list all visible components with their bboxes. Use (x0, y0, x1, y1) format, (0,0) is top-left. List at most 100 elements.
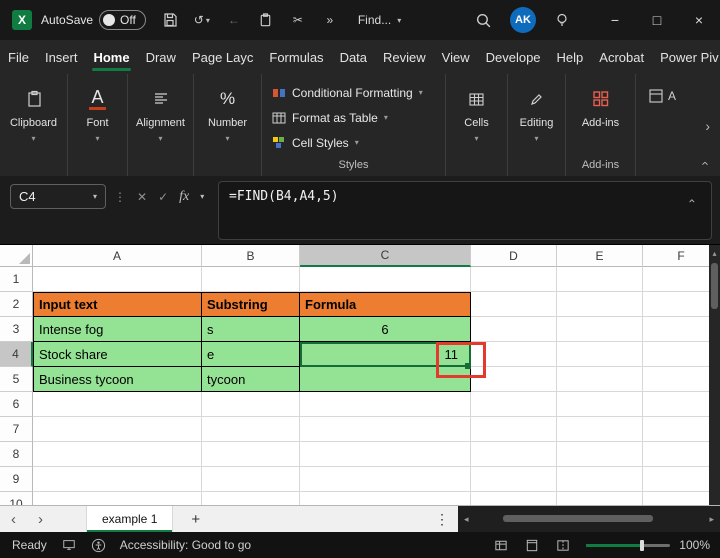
sheet-options-icon[interactable]: ⋮ (426, 511, 458, 528)
paste-button[interactable] (253, 12, 279, 28)
cell-A8[interactable] (33, 442, 202, 467)
menu-tab-data[interactable]: Data (332, 40, 375, 74)
ribbon-group-alignment[interactable]: Alignment ▾ (128, 74, 194, 176)
ribbon-group-addins[interactable]: Add-ins Add-ins (566, 74, 636, 176)
select-all-corner[interactable] (0, 245, 33, 267)
cell-D9[interactable] (471, 467, 557, 492)
cell-D2[interactable] (471, 292, 557, 317)
cell-E10[interactable] (557, 492, 643, 505)
insert-function-button[interactable]: fx (179, 189, 189, 205)
ribbon-scroll-right-button[interactable]: › (705, 118, 710, 134)
cell-E1[interactable] (557, 267, 643, 292)
cell-B6[interactable] (202, 392, 300, 417)
cell-D7[interactable] (471, 417, 557, 442)
cell-B1[interactable] (202, 267, 300, 292)
page-layout-view-icon[interactable] (524, 538, 540, 553)
horizontal-scroll-thumb[interactable] (503, 515, 653, 522)
menu-tab-home[interactable]: Home (85, 40, 137, 74)
row-header-8[interactable]: 8 (0, 442, 33, 467)
row-header-9[interactable]: 9 (0, 467, 33, 492)
row-header-2[interactable]: 2 (0, 292, 33, 317)
menu-tab-draw[interactable]: Draw (138, 40, 184, 74)
conditional-formatting-button[interactable]: Conditional Formatting ▾ (272, 80, 423, 105)
cell-C2[interactable]: Formula (300, 292, 471, 317)
cell-B4[interactable]: e (202, 342, 300, 367)
cell-C6[interactable] (300, 392, 471, 417)
cell-A5[interactable]: Business tycoon (33, 367, 202, 392)
cell-A2[interactable]: Input text (33, 292, 202, 317)
cell-A6[interactable] (33, 392, 202, 417)
analyze-data-button[interactable]: A (648, 88, 676, 104)
row-header-4[interactable]: 4 (0, 342, 33, 367)
menu-tab-help[interactable]: Help (549, 40, 592, 74)
row-header-6[interactable]: 6 (0, 392, 33, 417)
cell-B10[interactable] (202, 492, 300, 505)
row-header-5[interactable]: 5 (0, 367, 33, 392)
cell-A9[interactable] (33, 467, 202, 492)
accessibility-status[interactable]: Accessibility: Good to go (120, 538, 251, 552)
zoom-level[interactable]: 100% (679, 538, 710, 552)
user-avatar[interactable]: AK (510, 7, 536, 33)
cut-button[interactable]: ✂ (285, 13, 311, 27)
cell-A7[interactable] (33, 417, 202, 442)
cell-A4[interactable]: Stock share (33, 342, 202, 367)
cell-E6[interactable] (557, 392, 643, 417)
confirm-entry-button[interactable]: ✓ (158, 190, 168, 204)
vertical-scrollbar[interactable]: ▴ (709, 245, 720, 505)
menu-tab-page-layout[interactable]: Page Layc (184, 40, 261, 74)
ribbon-group-number[interactable]: % Number ▾ (194, 74, 262, 176)
zoom-slider[interactable] (586, 544, 670, 547)
menu-tab-review[interactable]: Review (375, 40, 434, 74)
column-header-E[interactable]: E (557, 245, 643, 267)
ribbon-group-editing[interactable]: Editing ▾ (508, 74, 566, 176)
ribbon-group-cells[interactable]: Cells ▾ (446, 74, 508, 176)
cell-D3[interactable] (471, 317, 557, 342)
column-header-A[interactable]: A (33, 245, 202, 267)
maximize-button[interactable]: □ (636, 0, 678, 40)
ribbon-group-font[interactable]: A Font ▾ (68, 74, 128, 176)
cell-A10[interactable] (33, 492, 202, 505)
cell-D10[interactable] (471, 492, 557, 505)
formula-input[interactable]: =FIND(B4,A4,5) › (218, 181, 712, 240)
cell-B3[interactable]: s (202, 317, 300, 342)
menu-tab-file[interactable]: File (0, 40, 37, 74)
cell-C1[interactable] (300, 267, 471, 292)
horizontal-scrollbar[interactable]: ◂ ▸ (458, 506, 720, 532)
copilot-button[interactable] (554, 12, 570, 29)
cell-E5[interactable] (557, 367, 643, 392)
menu-tab-insert[interactable]: Insert (37, 40, 86, 74)
collapse-ribbon-button[interactable]: › (696, 161, 711, 165)
autosave-toggle[interactable]: Off (99, 10, 146, 30)
scroll-right-icon[interactable]: ▸ (703, 514, 720, 525)
cell-C3[interactable]: 6 (300, 317, 471, 342)
macro-record-icon[interactable] (61, 538, 77, 552)
row-header-1[interactable]: 1 (0, 267, 33, 292)
normal-view-icon[interactable] (493, 538, 509, 553)
format-as-table-button[interactable]: Format as Table ▾ (272, 105, 388, 130)
ribbon-group-clipboard[interactable]: Clipboard ▾ (0, 74, 68, 176)
cell-C9[interactable] (300, 467, 471, 492)
find-dropdown[interactable]: Find... ▾ (358, 13, 401, 27)
scroll-up-icon[interactable]: ▴ (712, 249, 716, 258)
excel-logo-icon[interactable]: X (12, 10, 32, 30)
row-header-3[interactable]: 3 (0, 317, 33, 342)
cell-B5[interactable]: tycoon (202, 367, 300, 392)
cell-E4[interactable] (557, 342, 643, 367)
new-sheet-button[interactable]: + (173, 511, 218, 528)
cell-E8[interactable] (557, 442, 643, 467)
row-header-7[interactable]: 7 (0, 417, 33, 442)
cell-B8[interactable] (202, 442, 300, 467)
save-button[interactable] (157, 12, 183, 28)
cell-styles-button[interactable]: Cell Styles ▾ (272, 130, 359, 155)
row-header-10[interactable]: 10 (0, 492, 33, 505)
search-button[interactable] (475, 12, 492, 29)
cell-B7[interactable] (202, 417, 300, 442)
cell-C10[interactable] (300, 492, 471, 505)
column-header-B[interactable]: B (202, 245, 300, 267)
next-sheet-button[interactable]: › (27, 511, 54, 528)
column-header-D[interactable]: D (471, 245, 557, 267)
menu-tab-developer[interactable]: Develope (478, 40, 549, 74)
redo-button[interactable]: ← (221, 13, 247, 27)
cell-A3[interactable]: Intense fog (33, 317, 202, 342)
cell-B9[interactable] (202, 467, 300, 492)
